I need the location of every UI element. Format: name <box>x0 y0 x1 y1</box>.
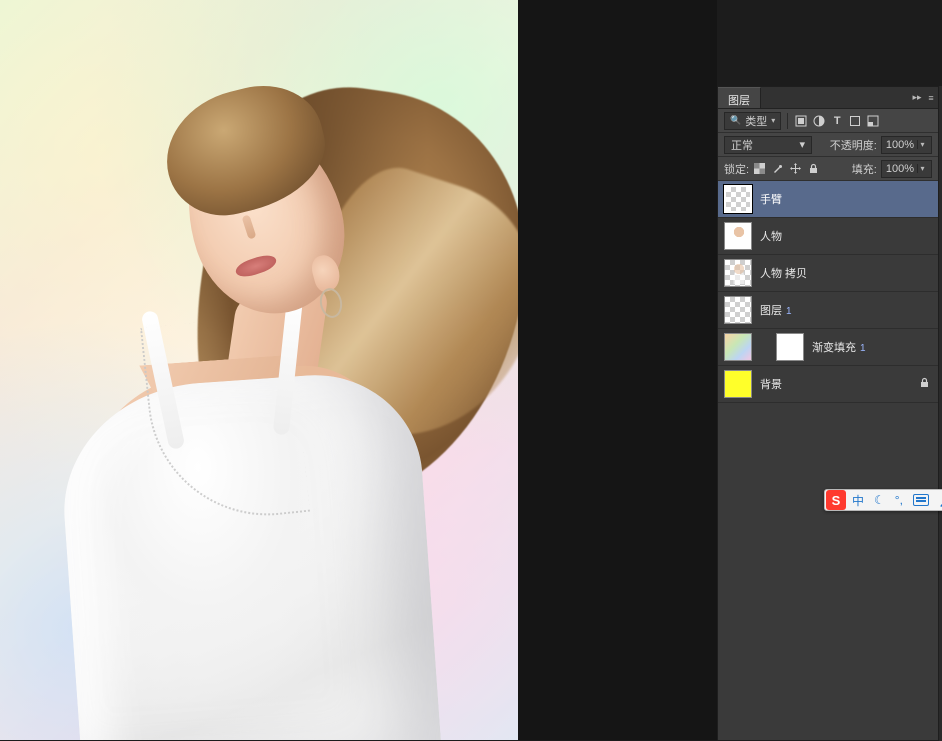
blend-opacity-row: 正常 ▾ 不透明度: 100% ▾ <box>718 133 938 157</box>
layer-thumbnail[interactable] <box>724 185 752 213</box>
layer-row[interactable]: 图层1 <box>718 292 938 329</box>
blend-mode-select[interactable]: 正常 ▾ <box>724 136 812 154</box>
layer-row[interactable]: 渐变填充1 <box>718 329 938 366</box>
thumbnail-content <box>731 264 747 284</box>
tabbar-spacer <box>761 87 910 108</box>
lock-icons <box>753 162 820 175</box>
lock-icon <box>919 377 930 391</box>
chevron-down-icon: ▾ <box>771 116 775 125</box>
search-icon: 🔍 <box>730 115 741 126</box>
panel-menu-icon[interactable]: ≡ <box>924 87 938 108</box>
layer-name[interactable]: 背景 <box>760 376 911 392</box>
layer-name[interactable]: 人物 <box>760 228 932 244</box>
layer-thumbnail[interactable] <box>724 222 752 250</box>
filter-type-label: 类型 <box>745 113 767 129</box>
ime-logo[interactable]: S <box>826 490 846 510</box>
layer-thumbnail[interactable] <box>724 259 752 287</box>
lock-fill-row: 锁定: 填充: 100% ▾ <box>718 157 938 181</box>
canvas[interactable] <box>0 0 518 740</box>
filter-type-icon[interactable]: T <box>830 114 844 128</box>
layer-name[interactable]: 手臂 <box>760 191 932 207</box>
panel-tabbar: 图层 ▸▸ ≡ <box>718 87 938 109</box>
lock-label: 锁定: <box>724 161 749 177</box>
layer-row[interactable]: 背景 <box>718 366 938 403</box>
filter-type-select[interactable]: 🔍 类型 ▾ <box>724 112 781 130</box>
filter-smart-icon[interactable] <box>866 114 880 128</box>
ime-punct-icon[interactable]: °, <box>890 490 908 510</box>
filter-shape-icon[interactable] <box>848 114 862 128</box>
lock-position-icon[interactable] <box>789 162 802 175</box>
layer-name[interactable]: 渐变填充1 <box>812 339 932 355</box>
thumbnail-content <box>731 227 747 247</box>
layer-suffix: 1 <box>786 306 792 317</box>
layer-list: 手臂 人物 人物 拷贝 图层1 渐变 <box>718 181 938 740</box>
chevron-down-icon: ▾ <box>917 164 927 173</box>
layers-panel: 图层 ▸▸ ≡ 🔍 类型 ▾ T 正常 ▾ <box>717 86 939 741</box>
workspace: 图层 ▸▸ ≡ 🔍 类型 ▾ T 正常 ▾ <box>0 0 942 741</box>
layer-suffix: 1 <box>860 343 866 354</box>
lock-all-icon[interactable] <box>807 162 820 175</box>
tab-layers[interactable]: 图层 <box>718 87 761 108</box>
layer-row[interactable]: 人物 拷贝 <box>718 255 938 292</box>
ime-account-icon[interactable]: 👤 <box>934 490 942 510</box>
opacity-field[interactable]: 100% ▾ <box>881 136 932 154</box>
lock-paint-icon[interactable] <box>771 162 784 175</box>
layer-filter-row: 🔍 类型 ▾ T <box>718 109 938 133</box>
collapse-icon[interactable]: ▸▸ <box>910 87 924 108</box>
chevron-down-icon: ▾ <box>917 140 927 149</box>
ime-moon-icon[interactable]: ☾ <box>869 490 890 510</box>
layer-thumbnail[interactable] <box>724 370 752 398</box>
fill-field[interactable]: 100% ▾ <box>881 160 932 178</box>
separator <box>787 113 788 129</box>
layer-row[interactable]: 人物 <box>718 218 938 255</box>
opacity-label: 不透明度: <box>830 137 877 153</box>
layer-row[interactable]: 手臂 <box>718 181 938 218</box>
lock-transparent-icon[interactable] <box>753 162 766 175</box>
layer-name[interactable]: 人物 拷贝 <box>760 265 932 281</box>
ime-lang-button[interactable]: 中 <box>847 490 869 510</box>
blend-mode-value: 正常 <box>731 137 753 153</box>
ime-keyboard-icon[interactable] <box>908 490 934 510</box>
layer-mask-thumbnail[interactable] <box>776 333 804 361</box>
filter-pixel-icon[interactable] <box>794 114 808 128</box>
chevron-down-icon: ▾ <box>799 138 805 151</box>
layer-thumbnail[interactable] <box>724 296 752 324</box>
layer-name[interactable]: 图层1 <box>760 302 932 318</box>
artwork-figure <box>50 60 490 740</box>
layer-thumbnail[interactable] <box>724 333 752 361</box>
fill-label: 填充: <box>852 161 877 177</box>
workspace-gap <box>518 0 717 740</box>
fill-value: 100% <box>886 163 914 175</box>
ime-toolbar[interactable]: S 中 ☾ °, 👤 <box>824 489 942 511</box>
opacity-value: 100% <box>886 139 914 151</box>
filter-adjust-icon[interactable] <box>812 114 826 128</box>
